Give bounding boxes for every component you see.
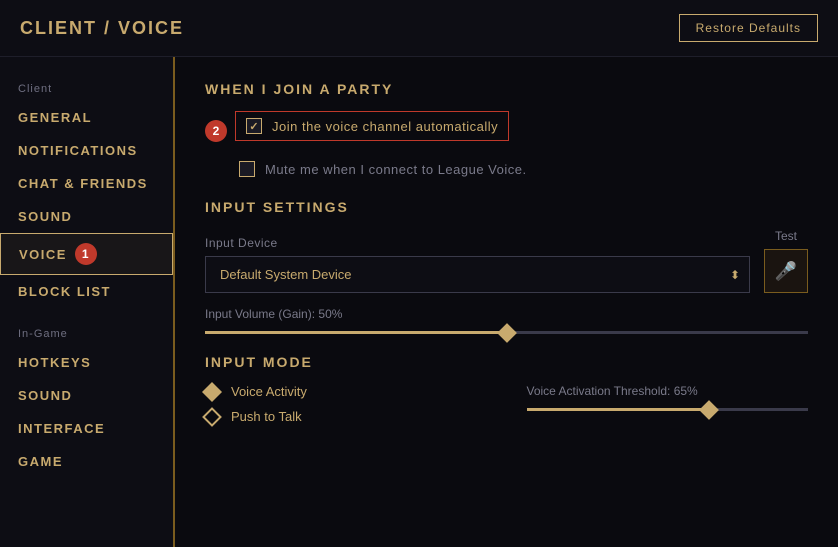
test-button[interactable]: 🎤	[764, 249, 808, 293]
mute-label: Mute me when I connect to League Voice.	[265, 162, 527, 177]
input-mode-section: INPUT MODE Voice Activity Push to Talk V…	[205, 354, 808, 434]
threshold-diamond-icon	[700, 400, 720, 420]
join-voice-checkbox-row[interactable]: Join the voice channel automatically	[235, 111, 509, 141]
input-mode-title: INPUT MODE	[205, 354, 808, 370]
title-separator: /	[104, 18, 118, 38]
sidebar-item-general[interactable]: GENERAL	[0, 101, 173, 134]
sidebar-item-sound[interactable]: SOUND	[0, 200, 173, 233]
input-volume-container: Input Volume (Gain): 50%	[205, 307, 808, 334]
input-mode-options: Voice Activity Push to Talk	[205, 384, 487, 434]
party-section-title: WHEN I JOIN A PARTY	[205, 81, 808, 97]
threshold-thumb[interactable]	[699, 400, 719, 420]
mute-checkbox-row[interactable]: Mute me when I connect to League Voice.	[239, 161, 808, 177]
threshold-fill	[527, 408, 710, 411]
diamond-icon	[497, 323, 517, 343]
input-volume-label: Input Volume (Gain): 50%	[205, 307, 808, 321]
main-layout: Client GENERAL NOTIFICATIONS CHAT & FRIE…	[0, 57, 838, 547]
input-volume-track[interactable]	[205, 331, 808, 334]
push-to-talk-label: Push to Talk	[231, 409, 302, 424]
sidebar-item-sound-ingame[interactable]: SOUND	[0, 379, 173, 412]
join-voice-checkbox[interactable]	[246, 118, 262, 134]
voice-activity-option[interactable]: Voice Activity	[205, 384, 487, 399]
join-voice-annotation-badge: 2	[205, 120, 227, 142]
sidebar-section-ingame: In-Game	[0, 322, 173, 346]
threshold-label: Voice Activation Threshold: 65%	[527, 384, 809, 398]
sidebar-item-chat-friends[interactable]: CHAT & FRIENDS	[0, 167, 173, 200]
input-settings-title: INPUT SETTINGS	[205, 199, 808, 215]
sidebar-item-notifications[interactable]: NOTIFICATIONS	[0, 134, 173, 167]
microphone-icon: 🎤	[775, 261, 797, 282]
push-to-talk-radio[interactable]	[202, 407, 222, 427]
mute-checkbox[interactable]	[239, 161, 255, 177]
sidebar-item-hotkeys[interactable]: HOTKEYS	[0, 346, 173, 379]
title-client: CLIENT	[20, 18, 97, 38]
input-mode-row: Voice Activity Push to Talk Voice Activa…	[205, 384, 808, 434]
test-label: Test	[764, 229, 808, 243]
sidebar-item-block-list[interactable]: BLOCK LIST	[0, 275, 173, 308]
threshold-section: Voice Activation Threshold: 65%	[527, 384, 809, 434]
sidebar-item-interface[interactable]: INTERFACE	[0, 412, 173, 445]
input-device-label: Input Device	[205, 236, 750, 250]
input-device-select-wrapper: Default System Device ⬍	[205, 256, 750, 293]
test-group: Test 🎤	[764, 229, 808, 293]
title-voice: VOICE	[118, 18, 184, 38]
input-volume-thumb[interactable]	[497, 323, 517, 343]
input-volume-fill	[205, 331, 507, 334]
sidebar-item-game[interactable]: GAME	[0, 445, 173, 478]
main-content: WHEN I JOIN A PARTY 2 Join the voice cha…	[175, 57, 838, 547]
sidebar: Client GENERAL NOTIFICATIONS CHAT & FRIE…	[0, 57, 175, 547]
voice-annotation-badge: 1	[75, 243, 97, 265]
header: CLIENT / VOICE Restore Defaults	[0, 0, 838, 57]
push-to-talk-option[interactable]: Push to Talk	[205, 409, 487, 424]
restore-defaults-button[interactable]: Restore Defaults	[679, 14, 818, 42]
input-device-select[interactable]: Default System Device	[205, 256, 750, 293]
threshold-track[interactable]	[527, 408, 809, 411]
voice-activity-label: Voice Activity	[231, 384, 307, 399]
voice-activity-radio[interactable]	[202, 382, 222, 402]
input-device-row: Input Device Default System Device ⬍ Tes…	[205, 229, 808, 293]
sidebar-section-client: Client	[0, 77, 173, 101]
sidebar-item-voice[interactable]: VOICE 1	[0, 233, 173, 275]
page-title: CLIENT / VOICE	[20, 18, 184, 39]
join-voice-label: Join the voice channel automatically	[272, 119, 498, 134]
input-device-group: Input Device Default System Device ⬍	[205, 236, 750, 293]
